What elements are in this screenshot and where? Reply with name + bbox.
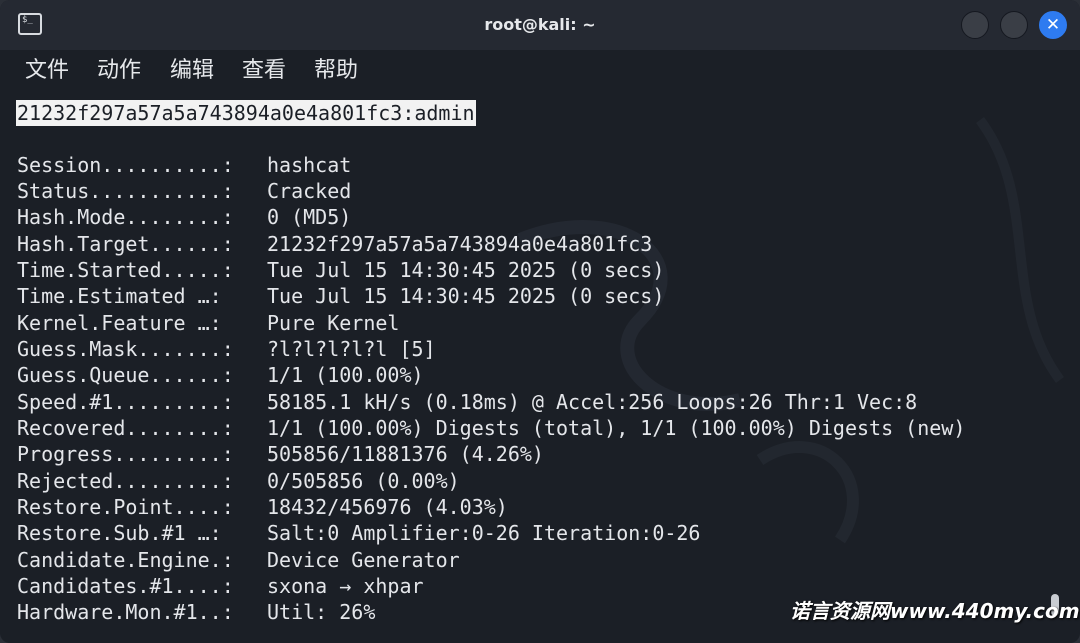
row-key: Restore.Sub.#1 …:: [17, 521, 222, 545]
status-row-restore-sub: Restore.Sub.#1 …: Salt:0 Amplifier:0-26 I…: [17, 520, 700, 546]
status-row-progress: Progress.........: 505856/11881376 (4.26%…: [17, 441, 544, 467]
row-value: 18432/456976 (4.03%): [267, 495, 508, 519]
row-key: Time.Started.....:: [17, 258, 234, 282]
status-row-recovered: Recovered........: 1/1 (100.00%) Digests …: [17, 415, 965, 441]
row-value: Tue Jul 15 14:30:45 2025 (0 secs): [267, 258, 665, 282]
close-button[interactable]: ✕: [1039, 11, 1067, 39]
row-key: Guess.Queue......:: [17, 363, 234, 387]
row-value: sxona → xhpar: [267, 574, 424, 598]
row-key: Restore.Point....:: [17, 495, 234, 519]
maximize-button[interactable]: [1000, 11, 1028, 39]
status-row-speed: Speed.#1.........: 58185.1 kH/s (0.18ms) …: [17, 389, 917, 415]
cracked-hash-selection[interactable]: 21232f297a57a5a743894a0e4a801fc3:admin: [16, 100, 476, 126]
terminal-output[interactable]: 21232f297a57a5a743894a0e4a801fc3:admin S…: [0, 94, 1060, 643]
window-title: root@kali: ~: [484, 15, 596, 34]
menu-bar: 文件 动作 编辑 查看 帮助: [0, 50, 1080, 94]
menu-item-view[interactable]: 查看: [242, 58, 286, 84]
status-row-rejected: Rejected.........: 0/505856 (0.00%): [17, 468, 460, 494]
watermark: 诺言资源网www.440my.com: [790, 599, 1080, 623]
row-value: 21232f297a57a5a743894a0e4a801fc3: [267, 232, 653, 256]
row-key: Hash.Target......:: [17, 232, 234, 256]
row-key: Speed.#1.........:: [17, 390, 234, 414]
row-key: Status...........:: [17, 179, 234, 203]
row-value: Cracked: [267, 179, 352, 203]
row-value: 1/1 (100.00%) Digests (total), 1/1 (100.…: [267, 416, 966, 440]
menu-item-help[interactable]: 帮助: [314, 58, 358, 84]
row-value: Pure Kernel: [267, 311, 400, 335]
row-key: Session..........:: [17, 153, 234, 177]
row-key: Kernel.Feature …:: [17, 311, 222, 335]
status-row-candidates: Candidates.#1....: sxona → xhpar: [17, 573, 424, 599]
row-key: Recovered........:: [17, 416, 234, 440]
menu-item-edit[interactable]: 编辑: [170, 58, 214, 84]
menu-item-action[interactable]: 动作: [97, 58, 141, 84]
status-row-guess-queue: Guess.Queue......: 1/1 (100.00%): [17, 362, 424, 388]
row-key: Candidate.Engine.:: [17, 548, 234, 572]
row-key: Time.Estimated …:: [17, 284, 222, 308]
status-row-candidate-engine: Candidate.Engine.: Device Generator: [17, 547, 460, 573]
row-value: hashcat: [267, 153, 352, 177]
menu-item-file[interactable]: 文件: [25, 58, 69, 84]
status-row-hash-target: Hash.Target......: 21232f297a57a5a743894a…: [17, 231, 652, 257]
minimize-button[interactable]: [961, 11, 989, 39]
status-row-kernel-feature: Kernel.Feature …: Pure Kernel: [17, 310, 399, 336]
row-value: Device Generator: [267, 548, 460, 572]
row-key: Guess.Mask.......:: [17, 337, 234, 361]
row-value: 505856/11881376 (4.26%): [267, 442, 544, 466]
status-row-time-estimated: Time.Estimated …: Tue Jul 15 14:30:45 202…: [17, 283, 664, 309]
row-key: Rejected.........:: [17, 469, 234, 493]
row-key: Hardware.Mon.#1..:: [17, 600, 234, 624]
title-bar[interactable]: $_ root@kali: ~ ✕: [0, 0, 1080, 50]
status-row-status: Status...........: Cracked: [17, 178, 351, 204]
row-value: Tue Jul 15 14:30:45 2025 (0 secs): [267, 284, 665, 308]
row-value: 0 (MD5): [267, 205, 352, 229]
status-row-time-started: Time.Started.....: Tue Jul 15 14:30:45 20…: [17, 257, 664, 283]
row-value: Salt:0 Amplifier:0-26 Iteration:0-26: [267, 521, 701, 545]
status-row-restore-point: Restore.Point....: 18432/456976 (4.03%): [17, 494, 508, 520]
row-value: 1/1 (100.00%): [267, 363, 424, 387]
row-value: ?l?l?l?l?l [5]: [267, 337, 436, 361]
status-row-guess-mask: Guess.Mask.......: ?l?l?l?l?l [5]: [17, 336, 436, 362]
row-key: Hash.Mode........:: [17, 205, 234, 229]
terminal-window: $_ root@kali: ~ ✕ 文件 动作 编辑 查看 帮助 21232f2…: [0, 0, 1080, 643]
row-key: Candidates.#1....:: [17, 574, 234, 598]
row-key: Progress.........:: [17, 442, 234, 466]
row-value: 58185.1 kH/s (0.18ms) @ Accel:256 Loops:…: [267, 390, 918, 414]
status-row-hash-mode: Hash.Mode........: 0 (MD5): [17, 204, 351, 230]
status-row-hardware-mon: Hardware.Mon.#1..: Util: 26%: [17, 599, 375, 625]
row-value: Util: 26%: [267, 600, 376, 624]
status-row-session: Session..........: hashcat: [17, 152, 351, 178]
row-value: 0/505856 (0.00%): [267, 469, 460, 493]
